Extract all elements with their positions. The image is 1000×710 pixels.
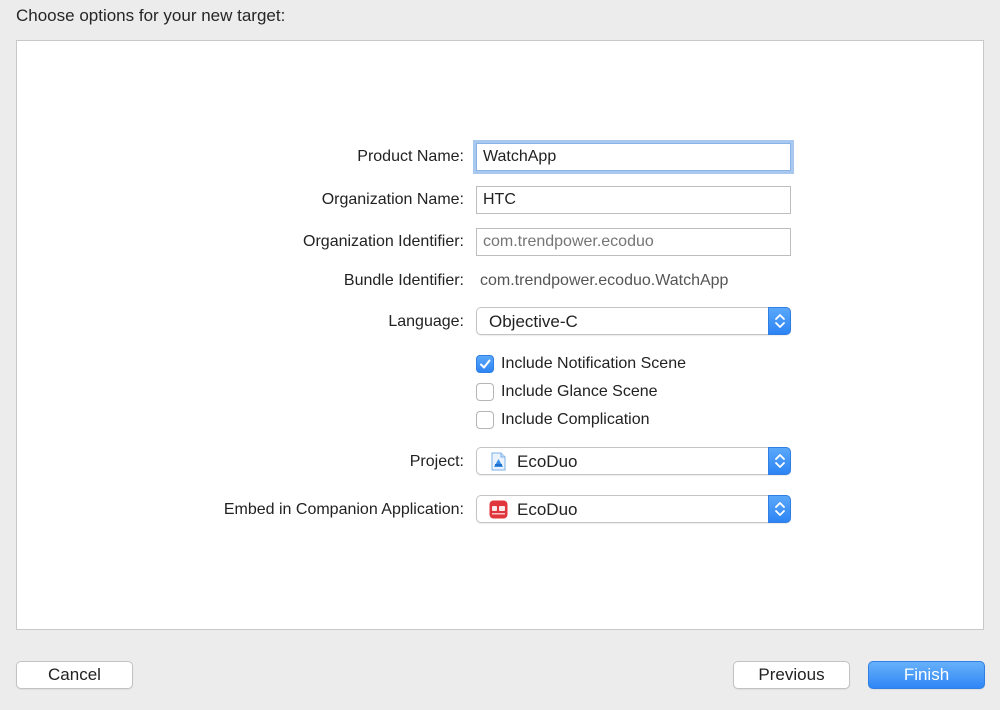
- include-complication-checkbox[interactable]: Include Complication: [476, 410, 650, 430]
- companion-app-popup[interactable]: EcoDuo: [476, 495, 791, 523]
- popup-stepper-icon: [768, 447, 791, 475]
- organization-identifier-label: Organization Identifier:: [303, 233, 464, 250]
- app-icon: [489, 500, 508, 519]
- checkbox-unchecked-icon: [476, 411, 494, 429]
- previous-button[interactable]: Previous: [733, 661, 850, 689]
- checkbox-label: Include Glance Scene: [501, 383, 658, 400]
- project-label: Project:: [409, 453, 464, 470]
- language-popup[interactable]: Objective-C: [476, 307, 791, 335]
- checkbox-label: Include Complication: [501, 411, 650, 428]
- product-name-label: Product Name:: [357, 148, 464, 165]
- language-selected-value: Objective-C: [489, 312, 578, 331]
- options-panel: [16, 40, 984, 630]
- xcode-project-icon: [489, 452, 508, 471]
- checkbox-label: Include Notification Scene: [501, 355, 686, 372]
- checkbox-unchecked-icon: [476, 383, 494, 401]
- project-popup[interactable]: EcoDuo: [476, 447, 791, 475]
- checkbox-checked-icon: [476, 355, 494, 373]
- bundle-identifier-label: Bundle Identifier:: [343, 272, 464, 289]
- project-selected-value: EcoDuo: [517, 452, 578, 471]
- companion-app-label: Embed in Companion Application:: [223, 501, 464, 518]
- page-title: Choose options for your new target:: [16, 6, 286, 25]
- include-notification-scene-checkbox[interactable]: Include Notification Scene: [476, 354, 686, 374]
- popup-stepper-icon: [768, 307, 791, 335]
- companion-app-selected-value: EcoDuo: [517, 500, 578, 519]
- language-label: Language:: [388, 313, 464, 330]
- product-name-field[interactable]: [476, 143, 791, 171]
- bundle-identifier-value: com.trendpower.ecoduo.WatchApp: [480, 272, 729, 289]
- organization-name-field[interactable]: [476, 186, 791, 214]
- include-glance-scene-checkbox[interactable]: Include Glance Scene: [476, 382, 658, 402]
- organization-name-label: Organization Name:: [321, 191, 464, 208]
- organization-identifier-field[interactable]: [476, 228, 791, 256]
- cancel-button[interactable]: Cancel: [16, 661, 133, 689]
- finish-button[interactable]: Finish: [868, 661, 985, 689]
- popup-stepper-icon: [768, 495, 791, 523]
